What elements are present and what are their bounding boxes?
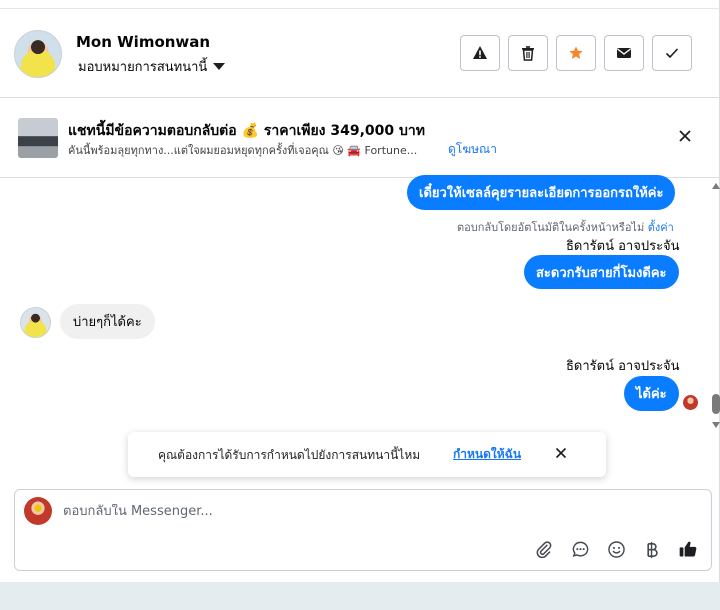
reply-composer (14, 489, 712, 571)
emoji-icon (607, 540, 625, 558)
saved-replies-button[interactable] (569, 538, 591, 560)
assign-label: มอบหมายการสนทนานี้ (78, 60, 208, 75)
outgoing-message[interactable]: สะดวกรับสายกี่โมงดีคะ (524, 255, 679, 289)
reply-input[interactable] (63, 504, 663, 519)
close-icon[interactable] (678, 129, 692, 143)
outgoing-message[interactable]: ได้ค่ะ (624, 376, 679, 411)
conversation-header: Mon Wimonwan มอบหมายการสนทนานี้ (0, 8, 720, 98)
thumbs-up-icon (679, 541, 697, 557)
star-icon (569, 46, 583, 59)
reminder-text: คุณต้องการได้รับการกำหนดไปยังการสนทนานี้… (158, 448, 421, 462)
contact-avatar-small[interactable] (20, 307, 51, 338)
mark-unread-button[interactable] (604, 35, 644, 71)
ad-thumbnail[interactable] (18, 118, 58, 158)
incoming-message[interactable]: บ่ายๆก็ได้คะ (60, 304, 155, 339)
check-icon (665, 48, 679, 59)
scroll-up-arrow-icon[interactable] (712, 183, 720, 189)
sender-name: ธิดารัตน์ อาจประจัน (566, 359, 680, 374)
trash-icon (522, 46, 534, 61)
warning-icon (473, 46, 487, 59)
outgoing-message[interactable]: เดี๋ยวให้เซลล์คุยรายละเอียดการออกรถให้ค่… (407, 175, 676, 210)
assign-reminder-toast: คุณต้องการได้รับการกำหนดไปยังการสนทนานี้… (128, 432, 606, 477)
composer-tools (533, 538, 699, 560)
view-ad-link[interactable]: ดูโฆษณา (448, 140, 497, 159)
star-button[interactable] (556, 35, 596, 71)
chat-bubble-icon (572, 541, 588, 557)
mark-done-button[interactable] (652, 35, 692, 71)
scrollbar-thumb[interactable] (712, 394, 720, 414)
header-actions (460, 35, 692, 71)
assign-conversation-dropdown[interactable]: มอบหมายการสนทนานี้ (78, 56, 226, 77)
close-icon[interactable] (555, 447, 567, 459)
scroll-down-arrow-icon[interactable] (712, 422, 720, 428)
baht-icon (647, 541, 658, 558)
page-avatar (24, 497, 52, 525)
ad-context-banner: แชทนี้มีข้อความตอบกลับต่อ 💰 ราคาเพียง 34… (0, 98, 720, 178)
like-button[interactable] (677, 538, 699, 560)
attach-button[interactable] (533, 538, 555, 560)
contact-name[interactable]: Mon Wimonwan (76, 33, 210, 51)
contact-avatar[interactable] (14, 30, 62, 78)
ad-description: คันนี้พร้อมลุยทุกทาง...แต่ใจผมยอมหยุดทุก… (68, 144, 418, 157)
assign-to-me-link[interactable]: กำหนดให้ฉัน (453, 445, 521, 464)
auto-reply-note: ตอบกลับโดยอัตโนมัติในครั้งหน้าหรือไม่ ตั… (457, 218, 674, 236)
delete-button[interactable] (508, 35, 548, 71)
page-background (0, 582, 720, 610)
seen-avatar-icon (683, 395, 698, 410)
caret-down-icon (213, 63, 226, 70)
emoji-button[interactable] (605, 538, 627, 560)
sender-name: ธิดารัตน์ อาจประจัน (566, 239, 680, 254)
auto-reply-text: ตอบกลับโดยอัตโนมัติในครั้งหน้าหรือไม่ (457, 221, 645, 234)
mail-icon (617, 48, 631, 58)
report-button[interactable] (460, 35, 500, 71)
conversation-panel: Mon Wimonwan มอบหมายการสนทนานี้ แชทนี้มี… (0, 0, 720, 582)
auto-reply-settings-link[interactable]: ตั้งค่า (648, 221, 674, 234)
payment-button[interactable] (641, 538, 663, 560)
paperclip-icon (536, 541, 552, 558)
ad-title: แชทนี้มีข้อความตอบกลับต่อ 💰 ราคาเพียง 34… (68, 123, 426, 139)
